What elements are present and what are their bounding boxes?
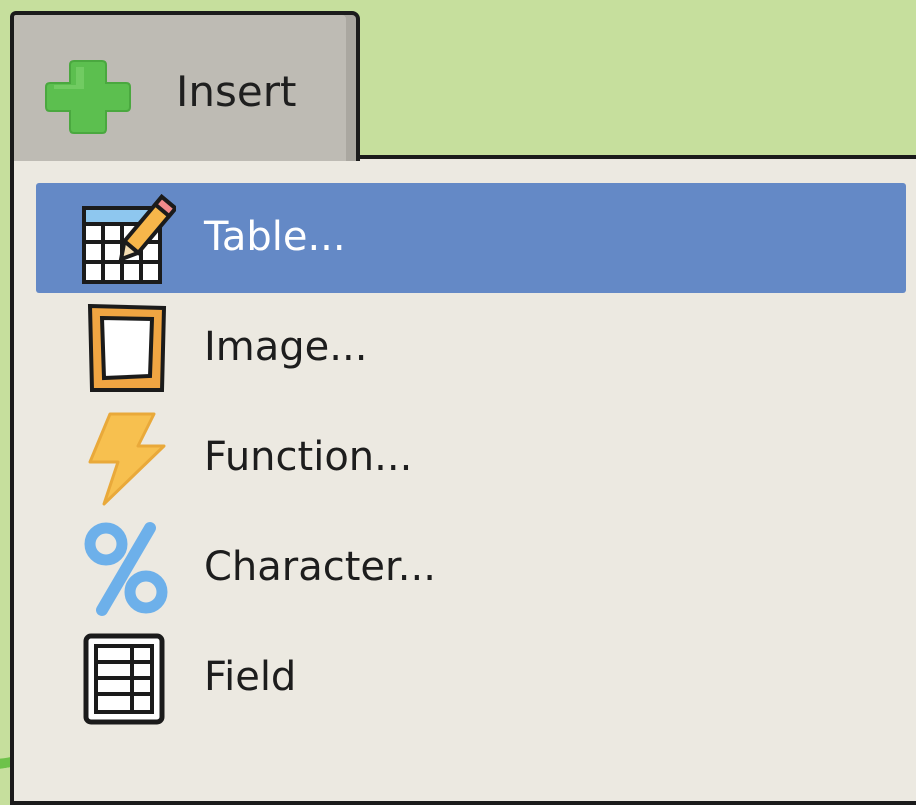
insert-menu-tab[interactable]: Insert bbox=[10, 11, 360, 161]
menu-item-label-function: Function... bbox=[204, 434, 413, 481]
menu-item-label-field: Field bbox=[204, 654, 297, 701]
menu-item-image[interactable]: Image... bbox=[36, 293, 906, 403]
menu-item-label-image: Image... bbox=[204, 324, 368, 371]
menu-item-field[interactable]: Field bbox=[36, 623, 906, 733]
image-icon bbox=[87, 303, 167, 392]
menu-item-label-character: Character... bbox=[204, 544, 436, 591]
plus-icon bbox=[45, 60, 131, 134]
menu-item-label-table: Table... bbox=[204, 214, 346, 261]
menu-item-table[interactable]: Table... bbox=[36, 183, 906, 293]
menu-item-character[interactable]: Character... bbox=[36, 513, 906, 623]
field-icon bbox=[83, 633, 165, 725]
percent-icon bbox=[84, 522, 168, 616]
lightning-icon bbox=[88, 412, 166, 506]
insert-dropdown-menu: Table... Image... Function... Character.… bbox=[10, 155, 916, 805]
menu-item-function[interactable]: Function... bbox=[36, 403, 906, 513]
insert-menu-title: Insert bbox=[176, 67, 297, 116]
table-icon bbox=[82, 193, 176, 284]
